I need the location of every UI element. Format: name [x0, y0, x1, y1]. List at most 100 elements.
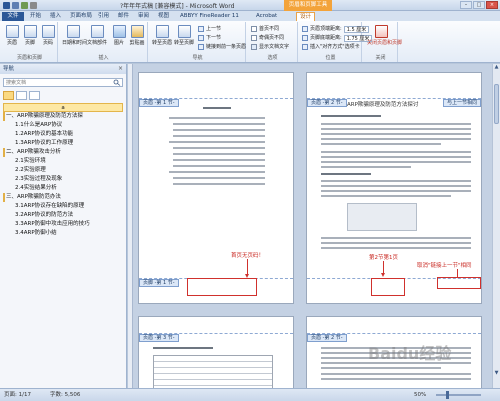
nav-view-tabs	[3, 91, 123, 100]
body-text-line	[321, 161, 471, 163]
nav-heading-item[interactable]: 2.2实验原理	[3, 166, 123, 175]
tab-file[interactable]: 文件	[2, 12, 24, 21]
vertical-scrollbar[interactable]: ▲ ▼	[492, 64, 500, 388]
quick-parts-button[interactable]: 文档部件	[86, 25, 108, 51]
nav-heading-item[interactable]: 2.1实验环境	[3, 157, 123, 166]
tab-page-layout[interactable]: 页面布局	[70, 12, 92, 21]
pages-view-tab[interactable]	[16, 91, 27, 100]
close-button[interactable]: ×	[486, 1, 498, 9]
nav-heading-item[interactable]: 1.3ARP协议的工作原理	[3, 139, 123, 148]
nav-heading-item[interactable]: 三、ARP欺骗防范办法	[3, 193, 123, 202]
page-number-button[interactable]: 页码	[39, 25, 57, 51]
tab-view[interactable]: 视图	[158, 12, 169, 21]
footer-tag: 页脚 -第 1 节-	[139, 279, 179, 287]
save-icon[interactable]	[12, 2, 19, 9]
body-text-line	[321, 185, 471, 187]
goto-footer-button[interactable]: 转至页脚	[174, 25, 194, 51]
tab-references[interactable]: 引用	[98, 12, 109, 21]
zoom-level[interactable]: 50%	[414, 389, 426, 401]
same-as-previous-tag: 与上一节相同	[442, 99, 481, 107]
page-2: 页眉 -第 2 节- ARP欺骗原理及防范方法探讨 与上一节相同 第2节第1页	[306, 72, 482, 304]
zoom-slider[interactable]	[436, 394, 481, 396]
insert-alignment-tab-button[interactable]: 插入"对齐方式"选项卡	[302, 43, 360, 51]
footer-from-bottom-field[interactable]: 页脚底端距离: 1.75 厘米	[302, 34, 373, 42]
previous-section-button[interactable]: 上一节	[198, 25, 221, 33]
goto-header-button[interactable]: 转至页眉	[152, 25, 172, 51]
document-table	[153, 355, 273, 388]
zoom-slider-handle[interactable]	[446, 391, 449, 399]
scroll-down-icon[interactable]: ▼	[493, 370, 500, 378]
annotation-section-break: 第2节第1页	[369, 255, 398, 261]
annotation-page-number-box	[371, 278, 405, 296]
nav-heading-item[interactable]: 1.2ARP协议的基本功能	[3, 130, 123, 139]
different-first-page-checkbox[interactable]: 首页不同	[251, 25, 279, 33]
nav-heading-item[interactable]: 一、ARP欺骗原理及防范方法探	[3, 112, 123, 121]
tab-acrobat[interactable]: Acrobat	[256, 12, 277, 21]
search-icon[interactable]	[113, 79, 121, 86]
tab-insert[interactable]: 插入	[50, 12, 61, 21]
group-close: 关闭页眉和页脚 关闭	[364, 22, 402, 62]
quick-access-toolbar	[3, 2, 37, 9]
maximize-button[interactable]: □	[473, 1, 485, 9]
body-text-line	[321, 367, 441, 369]
nav-current-heading[interactable]: a	[3, 103, 123, 112]
footer-button[interactable]: 页脚	[21, 25, 39, 51]
goto-header-icon	[155, 25, 169, 38]
header-button[interactable]: 页眉	[3, 25, 21, 51]
nav-heading-item[interactable]: 二、ARP欺骗攻击分析	[3, 148, 123, 157]
tab-home[interactable]: 开始	[30, 12, 41, 21]
toc-title	[203, 107, 231, 109]
body-text-line	[321, 173, 371, 175]
toc-line	[173, 153, 265, 155]
nav-heading-item[interactable]: 1.1什么是ARP协议	[3, 121, 123, 130]
ribbon: 页眉 页脚 页码 页眉和页脚 日期和时间 文档部件 图片 剪贴画 插入 转至页眉…	[0, 21, 500, 63]
annotation-link-previous: 取消"链接上一节"相同	[417, 263, 472, 269]
checkbox-icon	[251, 35, 257, 41]
tab-design[interactable]: 设计	[296, 12, 316, 21]
body-text-line	[321, 151, 471, 153]
header-tag: 页眉 -第 3 节-	[139, 334, 179, 342]
nav-heading-item[interactable]: 2.3实验过程及现象	[3, 175, 123, 184]
different-odd-even-checkbox[interactable]: 奇偶页不同	[251, 34, 284, 42]
watermark: Baidu经验	[368, 344, 452, 363]
show-document-text-checkbox[interactable]: 显示文档文字	[251, 43, 289, 51]
toc-line	[173, 177, 265, 179]
clip-art-button[interactable]: 剪贴画	[128, 25, 146, 51]
redo-icon[interactable]	[30, 2, 37, 9]
results-view-tab[interactable]	[29, 91, 40, 100]
scroll-thumb[interactable]	[494, 84, 499, 124]
page-indicator[interactable]: 页面: 1/17	[4, 389, 31, 401]
nav-pane-close-button[interactable]: ×	[118, 64, 123, 74]
nav-heading-item[interactable]: 3.4ARP防御小结	[3, 229, 123, 238]
date-time-button[interactable]: 日期和时间	[62, 25, 87, 51]
toc-line	[169, 171, 265, 173]
body-text-line	[321, 190, 471, 192]
body-text-line	[321, 156, 471, 158]
headings-view-tab[interactable]	[3, 91, 14, 100]
word-count[interactable]: 字数: 5,506	[50, 389, 80, 401]
picture-button[interactable]: 图片	[110, 25, 128, 51]
nav-search-input[interactable]: 搜索文档	[3, 78, 123, 87]
close-header-footer-button[interactable]: 关闭页眉和页脚	[367, 25, 402, 51]
link-to-previous-button[interactable]: 链接到前一条页眉	[198, 43, 246, 51]
undo-icon[interactable]	[21, 2, 28, 9]
nav-heading-item[interactable]: 3.1ARP协议存在缺陷的原理	[3, 202, 123, 211]
tab-abbyy[interactable]: ABBYY FineReader 11	[180, 12, 239, 21]
nav-heading-item[interactable]: 2.4实验结果分析	[3, 184, 123, 193]
header-from-top-field[interactable]: 页眉顶端距离: 1.5 厘米	[302, 25, 370, 33]
body-text-line	[321, 128, 471, 130]
minimize-button[interactable]: –	[460, 1, 472, 9]
header-tag: 页眉 -第 2 节-	[307, 334, 347, 342]
nav-heading-item[interactable]: 3.3ARP防御中攻击应用的技巧	[3, 220, 123, 229]
toc-line	[169, 117, 265, 119]
scroll-up-icon[interactable]: ▲	[493, 64, 500, 72]
tab-review[interactable]: 审阅	[138, 12, 149, 21]
header-tag: 页眉 -第 1 节-	[139, 99, 179, 107]
body-text-line	[321, 247, 471, 249]
contextual-tab-group: 页眉和页脚工具	[284, 0, 332, 11]
tab-mailings[interactable]: 邮件	[118, 12, 129, 21]
window-title: ?年年年式稿 [兼容模式] - Microsoft Word	[120, 3, 235, 10]
next-section-button[interactable]: 下一节	[198, 34, 221, 42]
nav-heading-item[interactable]: 3.2ARP协议的防范方法	[3, 211, 123, 220]
body-text-line	[153, 347, 213, 349]
